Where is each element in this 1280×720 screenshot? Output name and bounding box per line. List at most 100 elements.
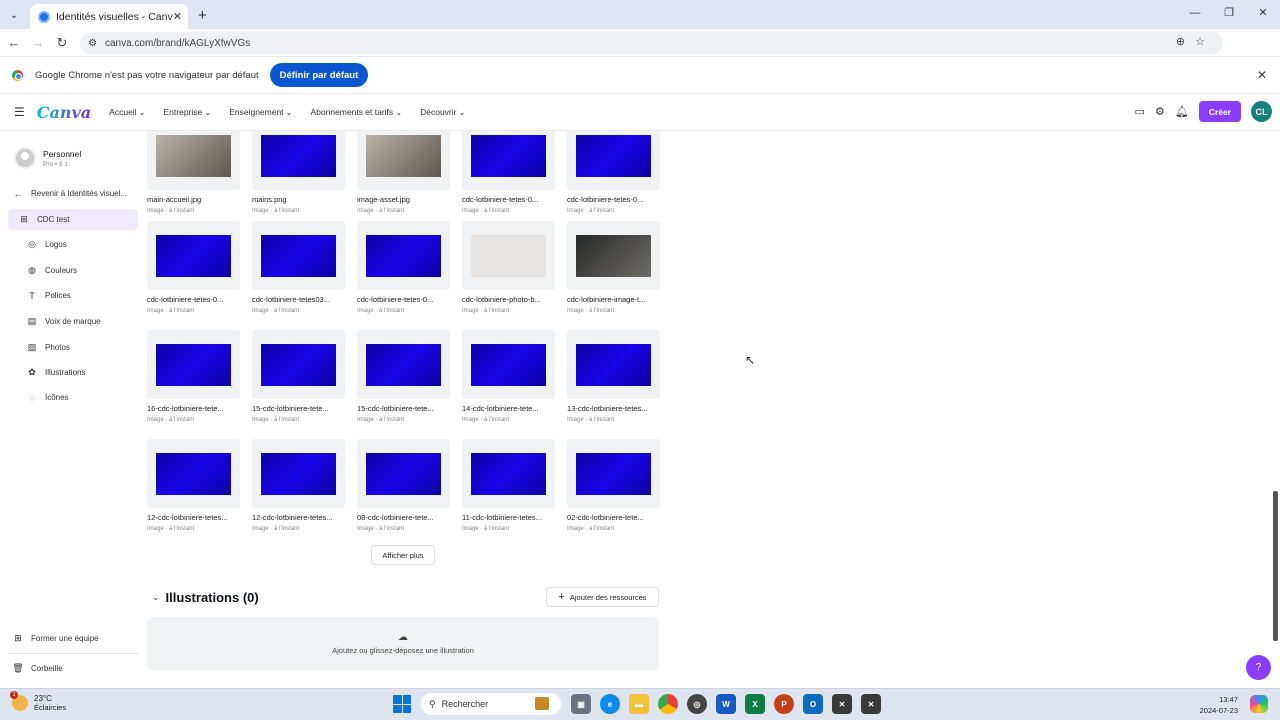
restore-icon[interactable]: ❐ <box>1212 0 1246 26</box>
menu-decouvrir[interactable]: Découvrir <box>420 107 465 117</box>
sidebar-item-illustrations[interactable]: ✿ Illustrations <box>26 362 156 383</box>
photo-card[interactable]: 14-cdc-lotbiniere-tete... Image · à l'ins… <box>462 330 555 423</box>
sidebar-item-icones[interactable]: ◌ Icônes <box>26 387 156 408</box>
photo-card[interactable]: cdc-lotbiniere-tetes-0... Image · à l'ins… <box>357 221 450 314</box>
weather-widget[interactable]: 23°C Éclaircies <box>10 691 66 712</box>
set-default-button[interactable]: Définir par défaut <box>269 63 369 87</box>
photo-card[interactable]: 16-cdc-lotbiniere-tete... Image · à l'ins… <box>147 330 240 423</box>
system-clock[interactable]: 13:47 2024-07-23 <box>1200 694 1238 716</box>
photo-thumbnail[interactable] <box>462 221 555 290</box>
reload-icon[interactable]: ↻ <box>50 35 74 51</box>
excel-icon[interactable]: X <box>745 694 765 714</box>
photo-card[interactable]: cdc-lotbiniere-tetes-0... Image · à l'ins… <box>147 221 240 314</box>
back-icon[interactable]: ← <box>2 35 26 50</box>
photo-card[interactable]: main-accueil.jpg Image · à l'instant <box>147 131 240 214</box>
photo-card[interactable]: cdc-lotbiniere-tetes03... Image · à l'ins… <box>252 221 345 314</box>
chevron-down-icon[interactable]: ⌄ <box>152 592 160 603</box>
photo-card[interactable]: 12-cdc-lotbiniere-tetes... Image · à l'in… <box>147 439 240 532</box>
zoom-bookmark-icons[interactable]: ⊕☆ <box>1176 35 1215 48</box>
photo-thumbnail[interactable] <box>357 439 450 508</box>
sidebar-item-corbeille[interactable]: 🗑︎ Corbeille <box>12 658 142 679</box>
sidebar-item-former-equipe[interactable]: ⊞ Former une équipe <box>12 628 142 649</box>
sidebar-item-couleurs[interactable]: ◍ Couleurs <box>26 260 156 281</box>
omnibox[interactable]: ⚙ canva.com/brand/kAGLyXfwVGs ⊕☆ <box>80 32 1223 54</box>
illustration-dropzone[interactable]: ☁ Ajoutez ou glissez-déposez une illustr… <box>147 617 659 670</box>
copilot-icon[interactable] <box>1250 695 1268 713</box>
illustrations-section-header[interactable]: ⌄ Illustrations (0) <box>152 590 259 605</box>
photo-thumbnail[interactable] <box>567 221 660 290</box>
photo-card[interactable]: cdc-lotbiniere-photo-b... Image · à l'ins… <box>462 221 555 314</box>
page-scrollbar[interactable] <box>1271 131 1278 688</box>
file-explorer-icon[interactable]: ▬ <box>629 694 649 714</box>
desktop-app-icon[interactable]: ▭ <box>1135 105 1145 118</box>
photo-thumbnail[interactable] <box>252 221 345 290</box>
tab-search-chevron-icon[interactable]: ⌄ <box>6 7 22 23</box>
app-x-icon[interactable]: ✕ <box>832 694 852 714</box>
word-icon[interactable]: W <box>716 694 736 714</box>
app-cx-icon[interactable]: ✕ <box>861 694 881 714</box>
photo-thumbnail[interactable] <box>147 439 240 508</box>
photo-card[interactable]: 08-cdc-lotbiniere-tete... Image · à l'ins… <box>357 439 450 532</box>
sidebar-item-logos[interactable]: ◎ Logos <box>26 234 156 255</box>
create-button[interactable]: Créer <box>1198 101 1241 122</box>
powerpoint-icon[interactable]: P <box>774 694 794 714</box>
photo-thumbnail[interactable] <box>462 439 555 508</box>
user-avatar[interactable]: CL <box>1251 101 1272 122</box>
photo-card[interactable]: cdc-lotbiniere-tetes-0... Image · à l'ins… <box>462 131 555 214</box>
chrome-icon[interactable] <box>658 694 678 714</box>
outlook-icon[interactable]: O <box>803 694 823 714</box>
settings-gear-icon[interactable]: ⚙ <box>1155 105 1165 118</box>
edge-icon[interactable]: e <box>600 694 620 714</box>
photo-card[interactable]: 12-cdc-lotbiniere-tetes... Image · à l'in… <box>252 439 345 532</box>
close-tab-icon[interactable]: ✕ <box>173 10 182 23</box>
photo-card[interactable]: mains.png Image · à l'instant <box>252 131 345 214</box>
photo-thumbnail[interactable] <box>357 330 450 399</box>
task-view-icon[interactable]: ▣ <box>571 694 591 714</box>
photo-thumbnail[interactable] <box>252 439 345 508</box>
photo-card[interactable]: 15-cdc-lotbiniere-tete... Image · à l'ins… <box>252 330 345 423</box>
browser-tab[interactable]: Identités visuelles - Canva ✕ <box>30 4 188 29</box>
taskbar-search[interactable]: ⚲ Rechercher <box>421 693 561 715</box>
menu-enseignement[interactable]: Enseignement <box>229 107 292 117</box>
sidebar-item-polices[interactable]: T Polices <box>26 285 156 306</box>
show-more-button[interactable]: Afficher plus <box>371 545 435 565</box>
sidebar-item-cdc-test[interactable]: ⊞ CDC test <box>8 209 138 230</box>
photo-card[interactable]: 15-cdc-lotbiniere-tete... Image · à l'ins… <box>357 330 450 423</box>
profile-switcher[interactable]: Personnel Pro • 8 1 <box>14 147 81 169</box>
photo-thumbnail[interactable] <box>567 439 660 508</box>
photo-thumbnail[interactable] <box>357 221 450 290</box>
site-info-icon[interactable]: ⚙ <box>88 38 97 49</box>
photo-card[interactable]: image-asset.jpg Image · à l'instant <box>357 131 450 214</box>
app-badge-icon[interactable]: ◎ <box>687 694 707 714</box>
forward-icon[interactable]: → <box>26 35 50 50</box>
photo-thumbnail[interactable] <box>567 330 660 399</box>
photo-card[interactable]: 13-cdc-lotbiniere-tetes... Image · à l'in… <box>567 330 660 423</box>
windows-start-icon[interactable] <box>393 695 411 713</box>
help-button[interactable]: ? <box>1246 655 1271 680</box>
minimize-icon[interactable]: — <box>1178 0 1212 26</box>
add-resources-button[interactable]: + Ajouter des ressources <box>546 587 659 607</box>
sidebar-item-voix-de-marque[interactable]: ▤ Voix de marque <box>26 311 156 332</box>
photo-card[interactable]: 02-cdc-lotbiniere-tete... Image · à l'ins… <box>567 439 660 532</box>
notifications-bell-icon[interactable]: 🔔︎ <box>1175 105 1189 118</box>
hamburger-menu-icon[interactable]: ☰ <box>14 105 25 119</box>
photo-thumbnail[interactable] <box>147 221 240 290</box>
photo-thumbnail[interactable] <box>357 131 450 190</box>
sidebar-item-photos[interactable]: ▨ Photos <box>26 337 156 358</box>
photo-thumbnail[interactable] <box>252 330 345 399</box>
menu-entreprise[interactable]: Entreprise <box>164 107 212 117</box>
menu-abonnements[interactable]: Abonnements et tarifs <box>310 107 402 117</box>
photo-thumbnail[interactable] <box>462 330 555 399</box>
canva-logo[interactable]: Canva <box>37 103 91 122</box>
photo-thumbnail[interactable] <box>252 131 345 190</box>
photo-thumbnail[interactable] <box>147 330 240 399</box>
close-window-icon[interactable]: ✕ <box>1246 0 1280 26</box>
photo-thumbnail[interactable] <box>462 131 555 190</box>
photo-card[interactable]: cdc-lotbiniere-image-t... Image · à l'ins… <box>567 221 660 314</box>
photo-thumbnail[interactable] <box>567 131 660 190</box>
back-to-brand-kits[interactable]: ← Revenir à Identités visuel... <box>12 183 142 204</box>
photo-thumbnail[interactable] <box>147 131 240 190</box>
close-infobar-icon[interactable]: ✕ <box>1257 68 1267 82</box>
menu-accueil[interactable]: Accueil <box>109 107 145 117</box>
photo-card[interactable]: 11-cdc-lotbiniere-tetes... Image · à l'in… <box>462 439 555 532</box>
